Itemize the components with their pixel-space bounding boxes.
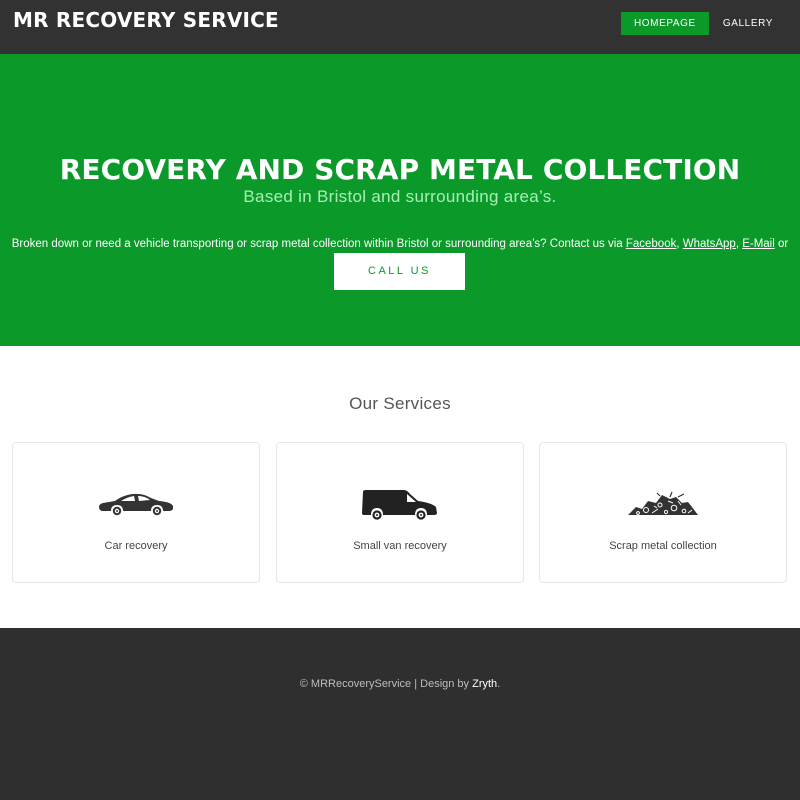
copyright-text: © MRRecoveryService | Design by bbox=[299, 678, 473, 690]
main-nav: HOMEPAGE GALLERY bbox=[620, 12, 784, 35]
hero-subtitle: Based in Bristol and surrounding area’s. bbox=[243, 187, 557, 206]
service-label: Small van recovery bbox=[353, 540, 447, 552]
whatsapp-link[interactable]: WhatsApp bbox=[683, 238, 736, 250]
site-footer: © MRRecoveryService | Design by Zryth. bbox=[0, 628, 800, 800]
desc-text-before: Broken down or need a vehicle transporti… bbox=[11, 238, 626, 250]
site-brand[interactable]: MR RECOVERY SERVICE bbox=[13, 8, 279, 32]
van-icon bbox=[277, 487, 523, 521]
service-card-small-van-recovery[interactable]: Small van recovery bbox=[276, 442, 524, 583]
footer-copyright: © MRRecoveryService | Design by Zryth. bbox=[0, 678, 800, 690]
site-header: MR RECOVERY SERVICE HOMEPAGE GALLERY bbox=[0, 0, 800, 54]
call-us-button[interactable]: CALL US bbox=[334, 253, 465, 290]
services-heading: Our Services bbox=[349, 394, 451, 413]
hero-banner: RECOVERY AND SCRAP METAL COLLECTION Base… bbox=[0, 54, 800, 346]
nav-homepage[interactable]: HOMEPAGE bbox=[620, 12, 709, 35]
service-card-car-recovery[interactable]: Car recovery bbox=[12, 442, 260, 583]
email-link[interactable]: E-Mail bbox=[742, 238, 775, 250]
footer-period: . bbox=[497, 678, 501, 690]
car-icon bbox=[13, 487, 259, 521]
service-label: Scrap metal collection bbox=[609, 540, 717, 552]
nav-gallery[interactable]: GALLERY bbox=[709, 12, 784, 35]
facebook-link[interactable]: Facebook bbox=[626, 238, 677, 250]
service-card-scrap-metal-collection[interactable]: Scrap metal collection bbox=[539, 442, 787, 583]
service-label: Car recovery bbox=[104, 540, 168, 552]
designer-link[interactable]: Zryth bbox=[472, 678, 497, 690]
scrap-pile-icon bbox=[540, 487, 786, 521]
services-section: Our Services Car recovery Small van reco… bbox=[0, 346, 800, 628]
hero-title: RECOVERY AND SCRAP METAL COLLECTION bbox=[59, 153, 741, 186]
